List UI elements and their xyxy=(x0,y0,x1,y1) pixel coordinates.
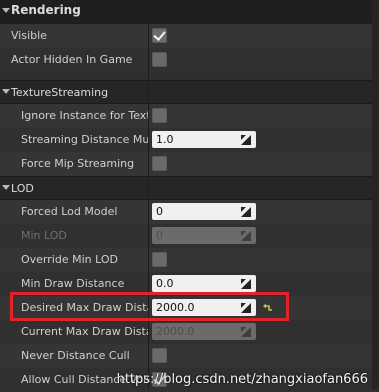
drag-handle-icon xyxy=(241,327,251,337)
category-title: TextureStreaming xyxy=(11,86,109,99)
field-value: 0 xyxy=(156,229,163,242)
collapse-arrow-icon[interactable] xyxy=(2,89,10,94)
force-mip-checkbox[interactable] xyxy=(152,156,167,171)
watermark: https://blog.csdn.net/zhangxiaofan666 xyxy=(116,372,368,387)
scrollbar[interactable] xyxy=(372,0,379,389)
field-value: 2000.0 xyxy=(156,301,195,314)
property-row-never-distance-cull: Never Distance Cull xyxy=(0,344,379,368)
desired-max-draw-distance-input[interactable]: 2000.0 xyxy=(152,299,256,316)
property-label: Current Max Draw Distanc xyxy=(21,325,148,338)
drag-handle-icon[interactable] xyxy=(241,207,251,217)
property-row-streaming-distance: Streaming Distance Multi 1.0 xyxy=(0,128,379,152)
field-value: 0 xyxy=(156,205,163,218)
property-label: Min LOD xyxy=(21,229,67,242)
visible-checkbox[interactable] xyxy=(152,28,167,43)
property-row-override-min-lod: Override Min LOD xyxy=(0,248,379,272)
current-max-draw-distance-input: 2000.0 xyxy=(152,323,256,340)
drag-handle-icon[interactable] xyxy=(241,135,251,145)
property-label: Min Draw Distance xyxy=(21,277,125,290)
field-value: 0.0 xyxy=(156,277,174,290)
category-title: LOD xyxy=(11,182,34,195)
actor-hidden-checkbox[interactable] xyxy=(152,52,167,67)
property-label: Desired Max Draw Distan xyxy=(21,301,148,314)
property-label: Ignore Instance for Textu xyxy=(21,109,148,122)
category-lod[interactable]: LOD xyxy=(0,176,379,200)
category-title: Rendering xyxy=(11,3,81,17)
property-row-min-lod: Min LOD 0 xyxy=(0,224,379,248)
collapse-arrow-icon[interactable] xyxy=(2,8,10,13)
category-rendering[interactable]: Rendering xyxy=(0,0,379,24)
property-label: Visible xyxy=(11,29,47,42)
property-row-visible: Visible xyxy=(0,24,379,48)
field-value: 2000.0 xyxy=(156,325,195,338)
drag-handle-icon[interactable] xyxy=(241,303,251,313)
min-lod-input: 0 xyxy=(152,227,256,244)
property-label: Streaming Distance Multi xyxy=(21,133,148,146)
property-label: Force Mip Streaming xyxy=(21,157,135,170)
field-value: 1.0 xyxy=(156,133,174,146)
property-row-forced-lod: Forced Lod Model 0 xyxy=(0,200,379,224)
override-min-lod-checkbox[interactable] xyxy=(152,252,167,267)
property-label: Never Distance Cull xyxy=(21,349,130,362)
ignore-instance-checkbox[interactable] xyxy=(152,108,167,123)
collapse-arrow-icon[interactable] xyxy=(2,185,10,190)
property-label: Override Min LOD xyxy=(21,253,118,266)
property-row-force-mip: Force Mip Streaming xyxy=(0,152,379,176)
never-distance-cull-checkbox[interactable] xyxy=(152,348,167,363)
category-texture-streaming[interactable]: TextureStreaming xyxy=(0,80,379,104)
drag-handle-icon xyxy=(241,231,251,241)
property-row-min-draw-distance: Min Draw Distance 0.0 xyxy=(0,272,379,296)
property-label: Forced Lod Model xyxy=(21,205,118,218)
forced-lod-input[interactable]: 0 xyxy=(152,203,256,220)
column-splitter[interactable] xyxy=(148,24,149,389)
drag-handle-icon[interactable] xyxy=(241,279,251,289)
property-row-desired-max-draw-distance: Desired Max Draw Distan 2000.0 xyxy=(0,296,379,320)
reset-to-default-icon[interactable] xyxy=(263,302,274,313)
checkmark-icon xyxy=(153,28,166,41)
streaming-distance-input[interactable]: 1.0 xyxy=(152,131,256,148)
property-row-actor-hidden: Actor Hidden In Game xyxy=(0,48,379,72)
property-row-ignore-instance: Ignore Instance for Textu xyxy=(0,104,379,128)
min-draw-distance-input[interactable]: 0.0 xyxy=(152,275,256,292)
property-label: Actor Hidden In Game xyxy=(11,53,133,66)
property-row-current-max-draw-distance: Current Max Draw Distanc 2000.0 xyxy=(0,320,379,344)
